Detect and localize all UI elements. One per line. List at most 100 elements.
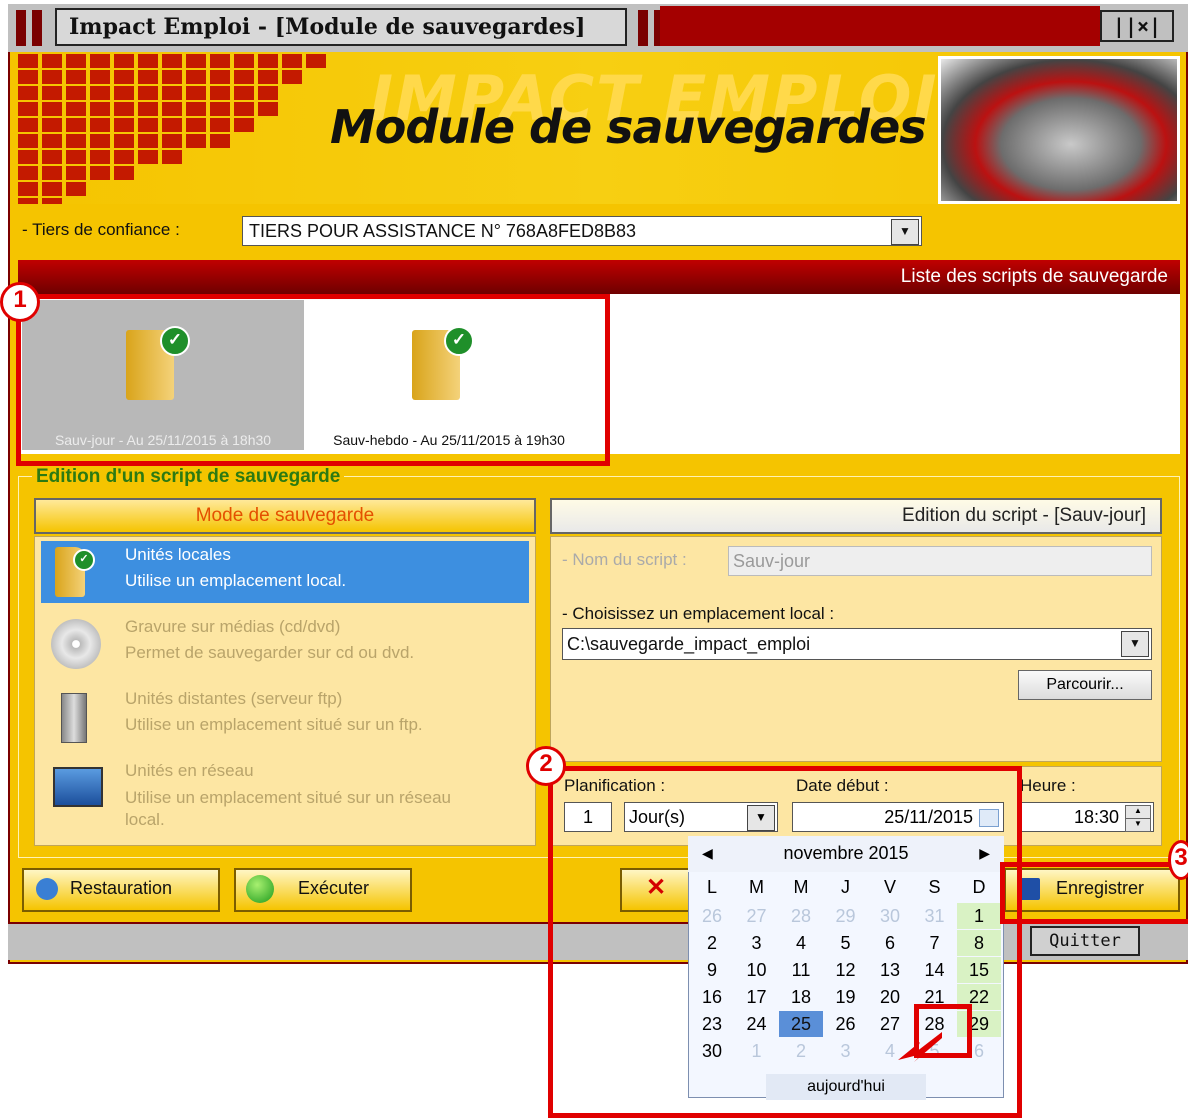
banner-pixel [186,70,206,84]
title-stripe [638,10,648,46]
banner-pixel [42,182,62,196]
mode-title: Unités locales [125,545,231,564]
callout-3: 3 [1168,840,1188,880]
banner-pixel [306,54,326,68]
banner-pixel [66,86,86,100]
banner-pixel [90,54,110,68]
time-field[interactable]: 18:30 ▲ ▼ [1020,802,1154,832]
scripts-list-header: Liste des scripts de sauvegarde [18,260,1180,294]
banner-pixel [186,54,206,68]
location-select[interactable]: C:\sauvegarde_impact_emploi ▼ [562,628,1152,660]
spin-up-icon[interactable]: ▲ [1125,805,1151,819]
banner-pixel [282,54,302,68]
mode-item-cd[interactable]: Gravure sur médias (cd/dvd) Permet de sa… [41,613,529,675]
banner-pixel [18,182,38,196]
banner-pixel [42,102,62,116]
banner-pixel [258,70,278,84]
banner-pixel [210,86,230,100]
banner-pixel [66,182,86,196]
banner-pixel [162,134,182,148]
banner-pixel [162,102,182,116]
time-label: Heure : [1020,776,1076,795]
banner-pixel [234,54,254,68]
banner-pixel [234,86,254,100]
spin-down-icon[interactable]: ▼ [1125,818,1151,832]
browse-button[interactable]: Parcourir... [1018,670,1152,700]
banner-pixel [114,102,134,116]
banner-pixel [66,54,86,68]
mode-header: Mode de sauvegarde [34,498,536,534]
server-icon [61,693,87,743]
banner-pixel [186,102,206,116]
location-value: C:\sauvegarde_impact_emploi [567,634,811,654]
tiers-select[interactable]: TIERS POUR ASSISTANCE N° 768A8FED8B83 ▼ [242,216,922,246]
execute-button[interactable]: Exécuter [234,868,412,912]
banner-pixel [186,118,206,132]
mode-title: Gravure sur médias (cd/dvd) [125,617,341,636]
callout-2: 2 [526,746,566,786]
edition-title: Edition d'un script de sauvegarde [32,466,345,488]
execute-icon [246,875,274,903]
banner-pixel [162,70,182,84]
banner-pixel [114,86,134,100]
banner-pixel [114,134,134,148]
banner-pixel [138,86,158,100]
script-name-field[interactable]: Sauv-jour [728,546,1152,576]
banner-pixel [90,166,110,180]
restore-button[interactable]: Restauration [22,868,220,912]
banner-pixel [18,54,38,68]
banner-pixel [114,118,134,132]
banner-pixel [18,166,38,180]
banner-pixel [258,102,278,116]
title-stripe [16,10,26,46]
banner-pixel [66,70,86,84]
banner-pixel [42,150,62,164]
banner-pixel [114,166,134,180]
banner-pixel [42,134,62,148]
callout-1: 1 [0,282,40,322]
hard-disk-image [938,56,1180,204]
banner-pixel [162,150,182,164]
window-title: Impact Emploi - [Module de sauvegardes] [55,8,627,46]
location-label: - Choisissez un emplacement local : [562,604,835,623]
execute-label: Exécuter [298,878,370,898]
banner-pixel [90,150,110,164]
banner-pixel [186,134,206,148]
mode-item-local[interactable]: ✓ Unités locales Utilise un emplacement … [41,541,529,603]
banner-pixel [162,54,182,68]
banner-pixel [66,166,86,180]
banner-pixel [210,54,230,68]
mode-item-network[interactable]: Unités en réseau Utilise un emplacement … [41,757,529,837]
banner-pixel [234,118,254,132]
annotation-box-3 [1000,862,1188,924]
banner-pixel [234,70,254,84]
banner-pixel [66,134,86,148]
banner-pixel [162,118,182,132]
banner-pixel [90,134,110,148]
quit-button[interactable]: Quitter [1030,926,1140,956]
annotation-box-day [914,1004,972,1058]
mode-desc: Utilise un emplacement situé sur un ftp. [125,715,423,734]
banner-pixel [114,70,134,84]
banner-pixel [234,102,254,116]
banner-pixel [66,118,86,132]
banner-pixel [162,86,182,100]
banner-title: Module de sauvegardes [330,100,927,154]
network-icon [53,767,103,807]
chevron-down-icon[interactable]: ▼ [1121,631,1149,657]
banner-pixel [18,198,38,204]
banner-pixel [18,118,38,132]
banner-pixel [42,198,62,204]
mode-title: Unités en réseau [125,761,254,780]
chevron-down-icon[interactable]: ▼ [891,219,919,245]
annotation-box-2 [548,766,1022,1118]
close-window-button[interactable]: ||×| [1100,10,1174,42]
script-header: Edition du script - [Sauv-jour] [550,498,1162,534]
banner-pixel [18,150,38,164]
mode-item-ftp[interactable]: Unités distantes (serveur ftp) Utilise u… [41,685,529,747]
banner-pixel [186,86,206,100]
banner-pixel [42,70,62,84]
mode-desc: Utilise un emplacement situé sur un rése… [125,788,451,829]
banner-pixel [138,150,158,164]
banner-pixel [258,86,278,100]
